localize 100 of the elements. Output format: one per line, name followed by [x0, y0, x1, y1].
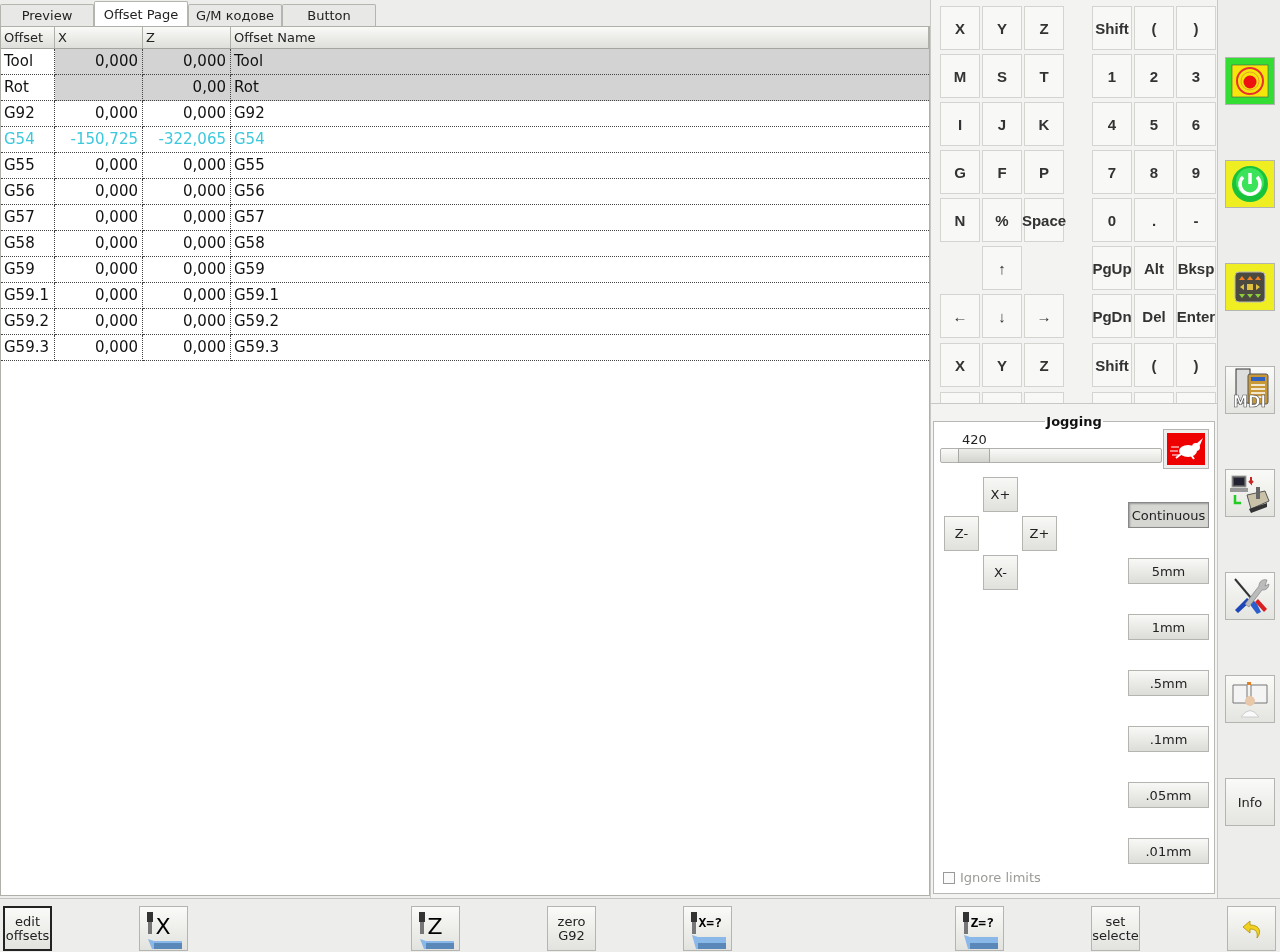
- key-button[interactable]: 7: [1092, 150, 1132, 194]
- increment-button[interactable]: .05mm: [1128, 782, 1209, 808]
- increment-button[interactable]: .5mm: [1128, 670, 1209, 696]
- jog-button[interactable]: X+: [983, 477, 1018, 512]
- table-cell: 0,000: [143, 49, 231, 75]
- key-button[interactable]: %: [982, 198, 1022, 242]
- key-button[interactable]: Space: [1024, 198, 1064, 242]
- rabbit-icon: [1167, 433, 1205, 465]
- key-button[interactable]: M: [940, 54, 980, 98]
- key-button[interactable]: Shift: [1092, 6, 1132, 50]
- table-cell: -322,065: [143, 127, 231, 153]
- key-button[interactable]: Enter: [1176, 294, 1216, 338]
- key-button[interactable]: ↑: [982, 246, 1022, 290]
- table-cell: 0,000: [143, 101, 231, 127]
- slider-thumb[interactable]: [958, 448, 991, 463]
- key-button[interactable]: 9: [1176, 150, 1216, 194]
- table-cell: -150,725: [55, 127, 143, 153]
- column-header[interactable]: Offset: [1, 27, 55, 49]
- key-button[interactable]: Alt: [1134, 246, 1174, 290]
- undo-button[interactable]: [1227, 906, 1276, 951]
- table-cell: 0,000: [55, 205, 143, 231]
- key-button[interactable]: 2: [1134, 54, 1174, 98]
- increment-button[interactable]: 1mm: [1128, 614, 1209, 640]
- tab[interactable]: Offset Page: [94, 1, 188, 26]
- table-cell: 0,000: [143, 257, 231, 283]
- key-button[interactable]: (: [1134, 343, 1174, 387]
- table-cell: G59.3: [231, 335, 929, 361]
- key-button[interactable]: ): [1176, 6, 1216, 50]
- info-button[interactable]: Info: [1225, 778, 1275, 826]
- key-button[interactable]: PgDn: [1092, 294, 1132, 338]
- key-button[interactable]: T: [1024, 54, 1064, 98]
- jog-button[interactable]: Z-: [944, 516, 979, 551]
- key-button[interactable]: PgUp: [1092, 246, 1132, 290]
- key-button[interactable]: ): [1176, 343, 1216, 387]
- key-button[interactable]: Bksp: [1176, 246, 1216, 290]
- key-button[interactable]: (: [1134, 6, 1174, 50]
- key-button[interactable]: I: [940, 102, 980, 146]
- column-header[interactable]: Offset Name: [231, 27, 929, 49]
- increment-button[interactable]: 5mm: [1128, 558, 1209, 584]
- key-button[interactable]: -: [1176, 198, 1216, 242]
- key-button[interactable]: .: [1134, 198, 1174, 242]
- key-button[interactable]: 0: [1092, 198, 1132, 242]
- jog-rate-slider[interactable]: [940, 448, 1162, 463]
- key-button[interactable]: Z: [1024, 343, 1064, 387]
- table-cell: 0,000: [143, 153, 231, 179]
- key-button[interactable]: 5: [1134, 102, 1174, 146]
- key-button[interactable]: Z: [1024, 6, 1064, 50]
- increment-button[interactable]: .01mm: [1128, 838, 1209, 864]
- key-button[interactable]: 3: [1176, 54, 1216, 98]
- key-button[interactable]: K: [1024, 102, 1064, 146]
- key-button[interactable]: ↓: [982, 294, 1022, 338]
- group-title: Jogging: [1045, 414, 1103, 429]
- rabbit-button[interactable]: [1163, 429, 1209, 469]
- table-cell: 0,000: [55, 231, 143, 257]
- key-button[interactable]: 1: [1092, 54, 1132, 98]
- toolbar-button[interactable]: set selecte: [1091, 906, 1140, 951]
- key-button[interactable]: 6: [1176, 102, 1216, 146]
- key-button[interactable]: P: [1024, 150, 1064, 194]
- key-button[interactable]: X: [940, 343, 980, 387]
- column-header[interactable]: X: [55, 27, 143, 49]
- key-button[interactable]: Y: [982, 343, 1022, 387]
- key-button[interactable]: Y: [982, 6, 1022, 50]
- key-button[interactable]: Del: [1134, 294, 1174, 338]
- table-cell: G59: [231, 257, 929, 283]
- jog-button[interactable]: X-: [983, 555, 1018, 590]
- table-cell: 0,000: [55, 49, 143, 75]
- increment-button[interactable]: Continuous: [1128, 502, 1209, 528]
- column-header[interactable]: Z: [143, 27, 231, 49]
- side-button[interactable]: [1225, 572, 1275, 620]
- increment-button[interactable]: .1mm: [1128, 726, 1209, 752]
- key-button[interactable]: →: [1024, 294, 1064, 338]
- key-button[interactable]: 8: [1134, 150, 1174, 194]
- table-cell: 0,000: [55, 101, 143, 127]
- key-button[interactable]: F: [982, 150, 1022, 194]
- tab[interactable]: G/M кодове: [188, 4, 282, 26]
- key-button[interactable]: 4: [1092, 102, 1132, 146]
- table-cell: G59.2: [231, 309, 929, 335]
- table-cell: G92: [231, 101, 929, 127]
- emergency-stop-icon: [1230, 64, 1270, 98]
- key-button[interactable]: J: [982, 102, 1022, 146]
- key-button[interactable]: G: [940, 150, 980, 194]
- key-button[interactable]: Shift: [1092, 343, 1132, 387]
- key-button[interactable]: N: [940, 198, 980, 242]
- key-button[interactable]: X: [940, 6, 980, 50]
- table-cell: 0,000: [143, 179, 231, 205]
- tab[interactable]: Preview: [0, 4, 94, 26]
- table-cell: G54: [1, 127, 55, 153]
- jog-button[interactable]: Z+: [1022, 516, 1057, 551]
- side-button[interactable]: [1225, 263, 1275, 311]
- table-cell: G55: [231, 153, 929, 179]
- table-cell: 0,000: [55, 335, 143, 361]
- table-cell: 0,000: [55, 309, 143, 335]
- table-cell: G55: [1, 153, 55, 179]
- side-button[interactable]: [1225, 469, 1275, 517]
- toolbar-button[interactable]: edit offsets: [3, 906, 52, 951]
- toolbar-button[interactable]: zero G92: [547, 906, 596, 951]
- tab[interactable]: Button: [282, 4, 376, 26]
- slider-value: 420: [962, 432, 987, 448]
- key-button[interactable]: S: [982, 54, 1022, 98]
- key-button[interactable]: ←: [940, 294, 980, 338]
